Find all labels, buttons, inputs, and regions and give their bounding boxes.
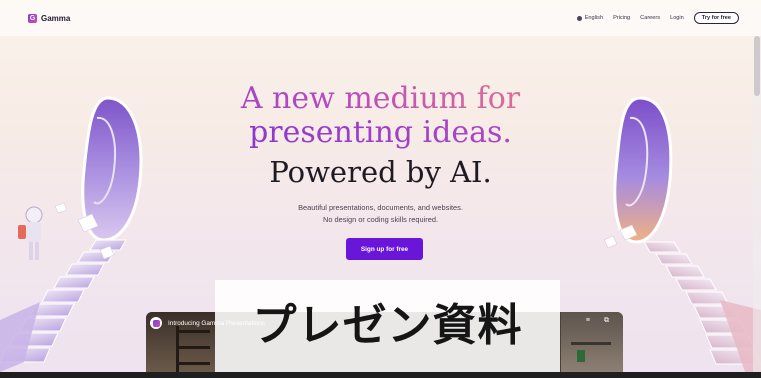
globe-icon — [576, 15, 582, 21]
share-icon[interactable]: ⧉ — [604, 317, 609, 325]
landing-page: G Gamma English Pricing Careers Login Tr… — [0, 0, 761, 372]
nav-links: English Pricing Careers Login Try for fr… — [576, 12, 739, 24]
video-controls: ≡ ⧉ — [586, 317, 609, 325]
hero-headline-line-3: Powered by AI. — [269, 155, 492, 189]
os-taskbar-strip — [0, 372, 761, 378]
scrollbar-thumb[interactable] — [754, 36, 760, 96]
vertical-scrollbar[interactable] — [753, 36, 761, 372]
nav-link-pricing[interactable]: Pricing — [613, 15, 630, 21]
sign-up-button[interactable]: Sign up for free — [346, 238, 423, 260]
caption-overlay: プレゼン資料 — [215, 280, 560, 372]
nav-link-login[interactable]: Login — [670, 15, 684, 21]
hero-subtitle-line-2: No design or coding skills required. — [322, 215, 439, 224]
brand-logo[interactable]: G Gamma — [28, 13, 71, 23]
queue-icon[interactable]: ≡ — [586, 317, 590, 325]
gamma-logo-icon: G — [28, 13, 37, 23]
hero-subtitle-line-1: Beautiful presentations, documents, and … — [298, 203, 463, 212]
nav-link-careers[interactable]: Careers — [640, 15, 660, 21]
caption-text: プレゼン資料 — [252, 300, 523, 351]
top-navigation: G Gamma English Pricing Careers Login Tr… — [0, 0, 761, 36]
try-for-free-button[interactable]: Try for free — [693, 12, 739, 24]
hero-headline-line-2: presenting ideas. — [0, 116, 761, 150]
hero-headline-line-1: A new medium for — [0, 82, 761, 116]
gamma-channel-avatar-icon — [150, 317, 162, 329]
brand-name: Gamma — [41, 13, 71, 23]
language-label: English — [584, 15, 604, 21]
language-selector[interactable]: English — [576, 15, 604, 21]
